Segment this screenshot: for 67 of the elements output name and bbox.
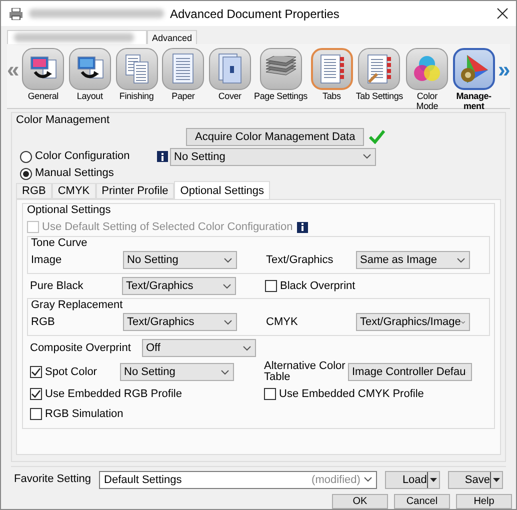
chevron-icon: [363, 154, 371, 159]
checkbox[interactable]: [30, 408, 42, 420]
chevron-icon: [457, 258, 465, 262]
checkbox[interactable]: [264, 388, 276, 400]
dialog-button[interactable]: Help: [456, 494, 512, 509]
tab[interactable]: RGB: [16, 183, 52, 199]
checkbox[interactable]: [30, 388, 42, 400]
radio-label: Manual Settings: [35, 168, 114, 179]
caret-icon: [490, 472, 502, 488]
dropdown[interactable]: Text/Graphics/Image: [356, 313, 470, 331]
radio-label: Color Configuration: [35, 151, 131, 162]
dropdown[interactable]: Text/Graphics: [122, 277, 236, 295]
chevron-icon: [364, 477, 372, 482]
scroll-right-button[interactable]: »: [498, 48, 510, 92]
dialog-button[interactable]: Cancel: [394, 494, 450, 509]
radio-button[interactable]: [20, 168, 32, 180]
radio-button[interactable]: [20, 150, 32, 162]
cover-page-icon: [216, 53, 243, 85]
tab[interactable]: Printer Profile: [96, 183, 174, 199]
acquire-button[interactable]: Acquire Color Management Data: [186, 128, 364, 146]
checkbox-label: Black Overprint: [280, 280, 356, 292]
dropdown[interactable]: No Setting: [170, 148, 376, 166]
close-icon[interactable]: [497, 8, 508, 19]
group-title: Optional Settings: [27, 204, 112, 216]
tab[interactable]: CMYK: [52, 183, 96, 199]
checkbox-label: Use Embedded CMYK Profile: [279, 388, 424, 400]
info-icon[interactable]: [296, 222, 308, 232]
dropdown[interactable]: Text/Graphics: [123, 313, 237, 331]
chevron-icon: [224, 320, 232, 324]
info-icon[interactable]: [157, 151, 168, 162]
dropdown[interactable]: No Setting: [123, 251, 237, 269]
load-button[interactable]: Load: [385, 470, 440, 488]
favorite-dropdown[interactable]: Default Settings (modified): [99, 470, 378, 488]
field-label: Pure Black: [30, 280, 84, 292]
window-title: Advanced Document Properties: [170, 6, 340, 20]
dropdown[interactable]: No Setting: [120, 363, 234, 381]
printer-icon: [9, 8, 23, 20]
page-icon: [170, 53, 196, 85]
dropdown[interactable]: Image Controller Defau: [348, 363, 472, 381]
caret-icon: [426, 472, 439, 488]
dropdown[interactable]: Off: [142, 339, 256, 357]
checkbox[interactable]: [30, 366, 42, 378]
dropdown[interactable]: Same as Image: [356, 251, 470, 269]
checkbox[interactable]: [265, 280, 277, 292]
group-title: Tone Curve: [31, 237, 88, 249]
field-label: RGB: [31, 316, 56, 328]
field-label: Composite Overprint: [30, 342, 132, 354]
save-button[interactable]: Save: [448, 470, 503, 488]
dialog-button[interactable]: OK: [332, 494, 388, 509]
tab[interactable]: Optional Settings: [174, 181, 270, 199]
group-title: Gray Replacement: [31, 299, 124, 311]
field-label: Text/Graphics: [266, 254, 334, 266]
field-label: Alternative Color Table: [264, 361, 346, 383]
chevron-icon: [460, 320, 465, 324]
chevron-icon: [221, 370, 229, 374]
checkbox-label: Spot Color: [45, 366, 97, 378]
field-label: Favorite Setting: [14, 474, 92, 485]
tab[interactable]: Advanced: [147, 30, 198, 44]
chevron-icon: [224, 258, 232, 262]
group-title: Color Management: [16, 114, 111, 126]
chevron-icon: [223, 284, 231, 288]
checkbox-label: Use Default Setting of Selected Color Configuration: [42, 222, 293, 232]
chevron-icon: [243, 346, 251, 350]
field-label: CMYK: [266, 316, 299, 328]
field-label: Image: [31, 254, 63, 266]
checkbox-label: RGB Simulation: [45, 408, 124, 420]
checkbox-label: Use Embedded RGB Profile: [45, 388, 182, 400]
